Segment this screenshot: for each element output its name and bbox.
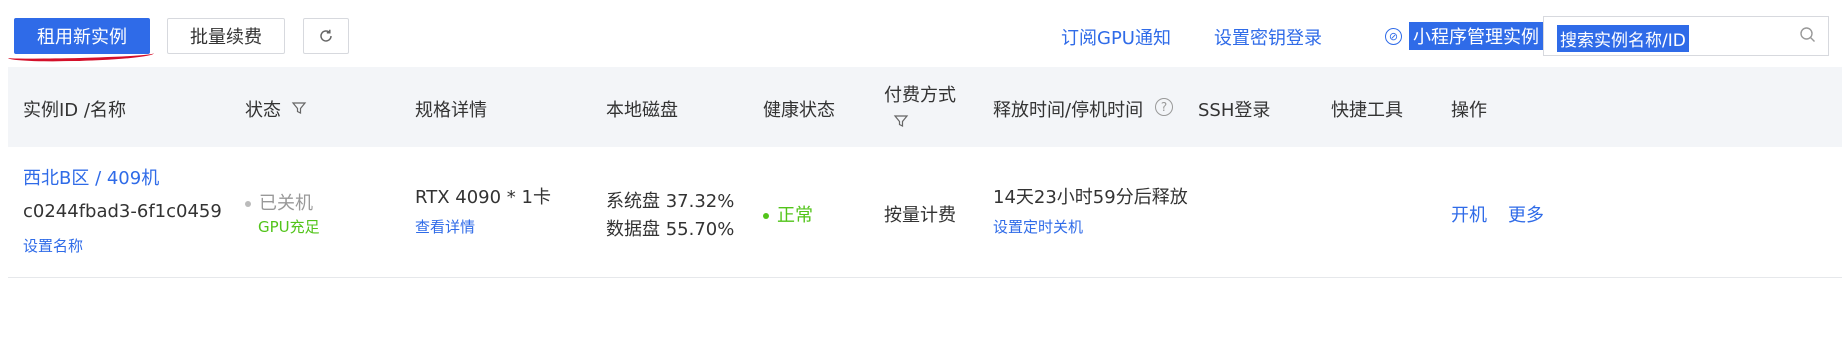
mini-program-link[interactable]: ⊘ 小程序管理实例 xyxy=(1385,22,1543,50)
table-header: 实例ID /名称 状态 规格详情 本地磁盘 健康状态 付费方式 释放时间/停机时… xyxy=(8,67,1842,147)
mini-program-label: 小程序管理实例 xyxy=(1409,22,1543,50)
schedule-shutdown-link[interactable]: 设置定时关机 xyxy=(993,216,1083,237)
red-underline-annotation xyxy=(7,48,155,63)
health-dot xyxy=(763,213,769,219)
header-spec: 规格详情 xyxy=(415,100,487,121)
health-text: 正常 xyxy=(777,205,813,226)
instance-region-link[interactable]: 西北B区 / 409机 xyxy=(23,164,159,190)
refresh-button[interactable] xyxy=(303,18,349,54)
system-disk-usage: 系统盘 37.32% xyxy=(606,191,735,212)
gpu-availability: GPU充足 xyxy=(258,218,320,236)
header-instance: 实例ID /名称 xyxy=(23,100,126,121)
start-button[interactable]: 开机 xyxy=(1451,201,1487,227)
health-status: 正常 xyxy=(763,201,813,227)
ssh-key-login-link[interactable]: 设置密钥登录 xyxy=(1214,24,1322,50)
more-button[interactable]: 更多 xyxy=(1508,201,1544,227)
subscribe-gpu-notification-link[interactable]: 订阅GPU通知 xyxy=(1061,24,1171,50)
view-details-link[interactable]: 查看详情 xyxy=(415,216,475,237)
payment-method: 按量计费 xyxy=(884,205,956,226)
table-row: 西北B区 / 409机 c0244fbad3-6f1c0459 设置名称 已关机… xyxy=(8,147,1842,278)
status-badge: 已关机 xyxy=(245,189,313,215)
filter-icon[interactable] xyxy=(291,100,307,116)
batch-renew-button[interactable]: 批量续费 xyxy=(167,18,285,54)
header-payment: 付费方式 xyxy=(884,85,956,106)
header-health: 健康状态 xyxy=(763,100,835,121)
header-tools: 快捷工具 xyxy=(1331,100,1403,121)
search-icon[interactable] xyxy=(1798,25,1818,45)
instance-id: c0244fbad3-6f1c0459 xyxy=(23,201,222,222)
header-status: 状态 xyxy=(245,100,281,121)
release-time: 14天23小时59分后释放 xyxy=(993,187,1188,208)
search-input[interactable]: 搜索实例名称/ID xyxy=(1543,16,1829,56)
toolbar: 租用新实例 批量续费 订阅GPU通知 设置密钥登录 ⊘ 小程序管理实例 搜索实例… xyxy=(0,0,1842,74)
link-icon: ⊘ xyxy=(1385,27,1402,45)
header-ssh: SSH登录 xyxy=(1198,100,1271,121)
set-name-link[interactable]: 设置名称 xyxy=(23,235,83,256)
header-disk: 本地磁盘 xyxy=(606,100,678,121)
search-placeholder: 搜索实例名称/ID xyxy=(1557,25,1689,52)
data-disk-usage: 数据盘 55.70% xyxy=(606,219,735,240)
help-icon[interactable]: ? xyxy=(1155,98,1173,116)
status-text: 已关机 xyxy=(259,193,313,214)
status-dot xyxy=(245,201,251,207)
header-release: 释放时间/停机时间 xyxy=(993,100,1144,121)
spec-text: RTX 4090 * 1卡 xyxy=(415,187,551,208)
payment-filter-icon[interactable] xyxy=(893,113,909,129)
header-actions: 操作 xyxy=(1451,100,1487,121)
refresh-icon xyxy=(320,29,332,42)
